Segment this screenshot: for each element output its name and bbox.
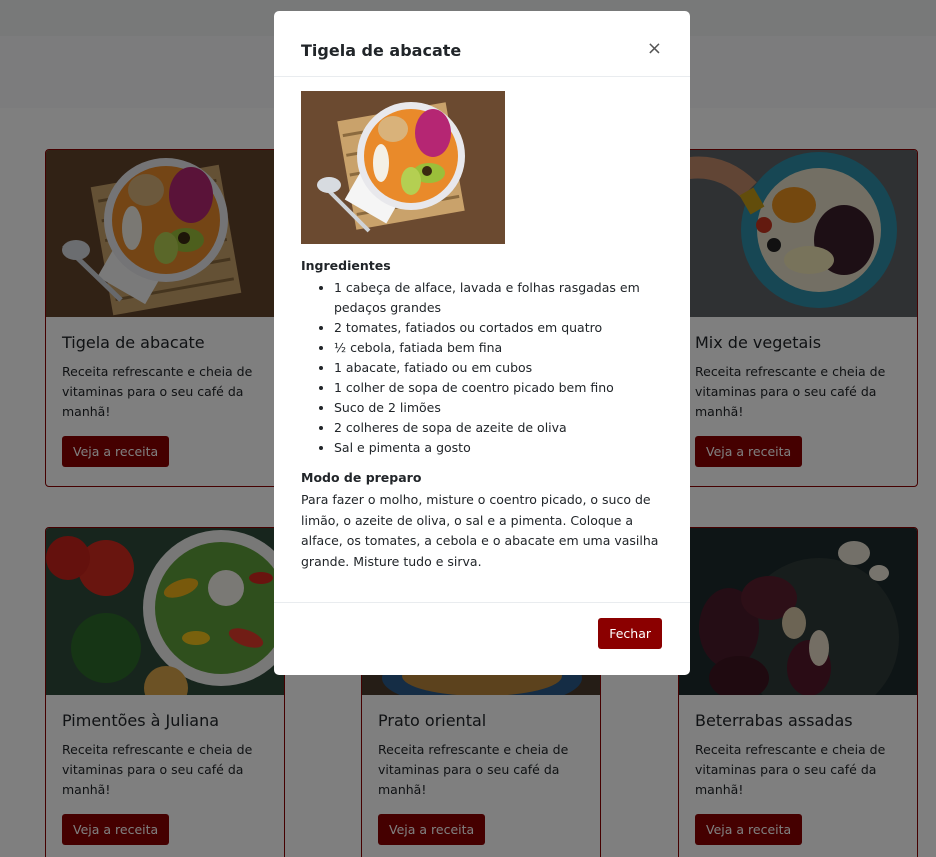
recipe-modal: Tigela de abacate × Ingredientes • 1 cab…	[274, 11, 690, 675]
modal-header: Tigela de abacate ×	[274, 11, 690, 77]
ingredient-item: 1 cabeça de alface, lavada e folhas rasg…	[334, 278, 666, 318]
close-button[interactable]: Fechar	[598, 618, 662, 649]
modal-footer: Fechar	[274, 602, 690, 675]
preparation-heading: Modo de preparo	[301, 470, 422, 485]
ingredient-item: 1 colher de sopa de coentro picado bem f…	[334, 378, 666, 398]
ingredient-item: Suco de 2 limões	[334, 398, 666, 418]
ingredient-item: 2 colheres de sopa de azeite de oliva	[334, 418, 666, 438]
ingredients-list: 1 cabeça de alface, lavada e folhas rasg…	[301, 278, 666, 458]
modal-title: Tigela de abacate	[301, 41, 462, 60]
ingredient-item: 2 tomates, fatiados ou cortados em quatr…	[334, 318, 666, 338]
ingredients-heading: Ingredientes	[301, 258, 391, 273]
ingredient-item: ½ cebola, fatiada bem fina	[334, 338, 666, 358]
modal-body: Ingredientes 1 cabeça de alface, lavada …	[301, 91, 666, 572]
ingredient-item: 1 abacate, fatiado ou em cubos	[334, 358, 666, 378]
close-icon[interactable]: ×	[647, 40, 662, 58]
preparation-text: Para fazer o molho, misture o coentro pi…	[301, 492, 659, 569]
ingredient-item: Sal e pimenta a gosto	[334, 438, 666, 458]
modal-recipe-image	[301, 91, 505, 244]
